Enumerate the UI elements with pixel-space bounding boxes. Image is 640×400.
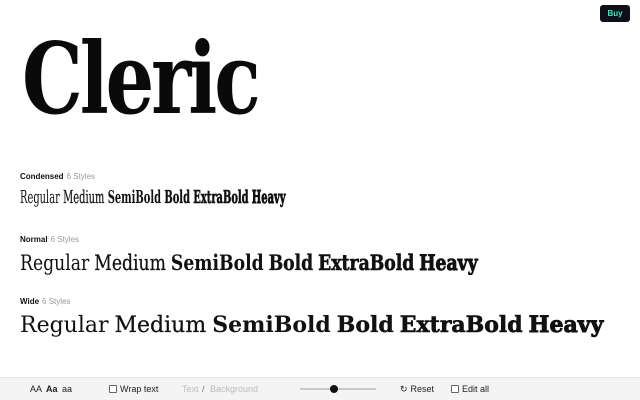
style-sample-medium[interactable]: Medium: [94, 251, 166, 275]
family-name: Condensed: [20, 172, 64, 181]
bottom-toolbar: AA Aa aa Wrap text Text / Background ↻ R…: [0, 377, 640, 400]
background-color-input[interactable]: Background: [210, 383, 258, 395]
case-lowercase-button[interactable]: aa: [62, 383, 72, 395]
style-sample-semibold[interactable]: SemiBold: [171, 250, 264, 275]
family-condensed: Condensed 6 Styles Regular Medium SemiBold B…: [20, 172, 509, 209]
style-sample-bold[interactable]: Bold: [337, 312, 394, 338]
edit-all-label: Edit all: [462, 384, 490, 394]
size-slider[interactable]: [300, 385, 376, 393]
style-sample-regular[interactable]: Regular: [20, 187, 60, 208]
style-sample-heavy[interactable]: Heavy: [252, 187, 286, 209]
style-sample-extrabold[interactable]: ExtraBold: [193, 187, 249, 209]
style-sample-bold[interactable]: Bold: [164, 187, 190, 208]
style-sample-extrabold[interactable]: ExtraBold: [399, 312, 523, 339]
family-name: Wide: [20, 297, 40, 306]
style-sample-regular[interactable]: Regular: [20, 251, 89, 275]
color-separator: /: [202, 384, 205, 394]
case-titlecase-button[interactable]: Aa: [46, 383, 58, 395]
style-sample-semibold[interactable]: SemiBold: [212, 312, 331, 338]
family-name: Normal: [20, 235, 48, 244]
reset-label: Reset: [410, 384, 435, 394]
style-sample-medium[interactable]: Medium: [63, 187, 104, 208]
case-uppercase-button[interactable]: AA: [30, 383, 42, 395]
style-count: 6 Styles: [66, 172, 96, 181]
buy-button[interactable]: Buy: [600, 5, 630, 22]
wrap-text-label: Wrap text: [120, 384, 159, 394]
reset-button[interactable]: ↻ Reset: [400, 383, 434, 395]
family-wide: Wide 6 Styles Regular Medium SemiBold Bold Ex…: [20, 297, 609, 339]
family-normal: Normal 6 Styles Regular Medium SemiBold Bold…: [20, 235, 584, 276]
edit-all-toggle[interactable]: Edit all: [451, 383, 489, 395]
style-sample-bold[interactable]: Bold: [268, 250, 313, 275]
edit-all-checkbox[interactable]: [451, 385, 459, 393]
style-count: 6 Styles: [42, 297, 71, 306]
style-sample-heavy[interactable]: Heavy: [419, 250, 478, 276]
style-sample-heavy[interactable]: Heavy: [528, 312, 604, 339]
style-sample-medium[interactable]: Medium: [114, 313, 206, 338]
style-sample-regular[interactable]: Regular: [20, 313, 109, 338]
style-sample-semibold[interactable]: SemiBold: [108, 187, 161, 208]
wrap-text-toggle[interactable]: Wrap text: [109, 383, 158, 395]
reset-icon: ↻: [400, 384, 408, 394]
text-color-input[interactable]: Text: [182, 383, 199, 395]
slider-thumb[interactable]: [330, 385, 339, 393]
font-name-hero: Cleric: [22, 22, 261, 137]
style-sample-extrabold[interactable]: ExtraBold: [318, 250, 415, 276]
wrap-text-checkbox[interactable]: [109, 385, 117, 393]
style-count: 6 Styles: [50, 235, 80, 244]
